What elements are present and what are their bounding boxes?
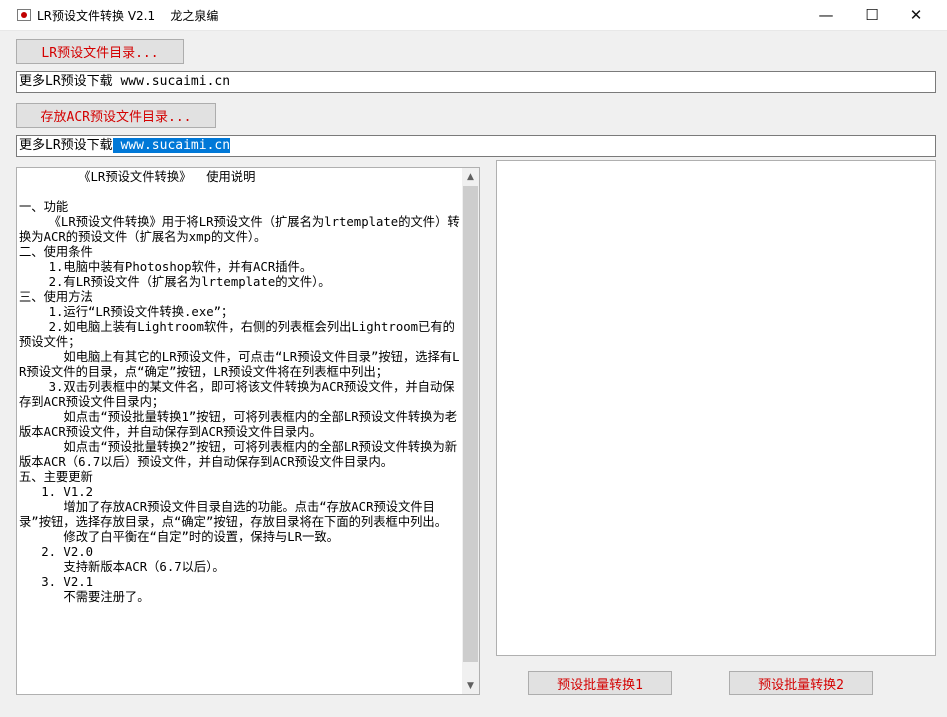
scroll-down-icon[interactable]: ▼: [462, 677, 479, 694]
batch-convert-1-button[interactable]: 预设批量转换1: [528, 671, 672, 695]
lr-preset-dir-field[interactable]: 更多LR预设下载 www.sucaimi.cn: [16, 71, 936, 93]
instruction-line: 如电脑上有其它的LR预设文件，可点击“LR预设文件目录”按钮，选择有LR预设文件…: [19, 350, 460, 379]
close-icon: ✕: [909, 6, 923, 24]
instruction-line: 1.电脑中装有Photoshop软件，并有ACR插件。: [19, 260, 313, 274]
instruction-line: 如点击“预设批量转换1”按钮，可将列表框内的全部LR预设文件转换为老版本ACR预…: [19, 410, 458, 439]
acr-preset-dir-field[interactable]: 更多LR预设下载 www.sucaimi.cn: [16, 135, 936, 157]
minimize-button[interactable]: —: [803, 0, 849, 30]
instruction-line: 增加了存放ACR预设文件目录自选的功能。点击“存放ACR预设文件目录”按钮，选择…: [19, 500, 448, 529]
preset-file-listbox[interactable]: [496, 160, 936, 656]
window-title: LR预设文件转换 V2.1 龙之泉编: [37, 9, 219, 23]
instruction-line: 2.如电脑上装有Lightroom软件，右侧的列表框会列出Lightroom已有…: [19, 320, 455, 349]
instructions-scrollbar[interactable]: ▲ ▼: [462, 168, 479, 694]
instruction-line: 3.双击列表框中的某文件名，即可将该文件转换为ACR预设文件，并自动保存到ACR…: [19, 380, 455, 409]
instructions-textbox[interactable]: 《LR预设文件转换》 使用说明 一、功能 《LR预设文件转换》用于将LR预设文件（…: [16, 167, 480, 695]
acr-dir-selected-text: www.sucaimi.cn: [112, 138, 231, 153]
lr-preset-dir-button[interactable]: LR预设文件目录...: [16, 39, 184, 64]
close-button[interactable]: ✕: [893, 0, 939, 30]
instruction-line: 1. V1.2: [19, 485, 94, 499]
instruction-line: 修改了白平衡在“自定”时的设置，保持与LR一致。: [19, 530, 339, 544]
title-bar: LR预设文件转换 V2.1 龙之泉编 — ☐ ✕: [0, 0, 947, 31]
instruction-line: 不需要注册了。: [19, 590, 150, 604]
instruction-line: 《LR预设文件转换》用于将LR预设文件（扩展名为lrtemplate的文件）转换…: [19, 215, 460, 244]
instruction-line: 一、功能: [19, 200, 69, 214]
maximize-button[interactable]: ☐: [849, 0, 895, 30]
scroll-thumb[interactable]: [463, 186, 478, 662]
maximize-icon: ☐: [865, 6, 879, 24]
app-icon: [17, 9, 31, 21]
instruction-line: 如点击“预设批量转换2”按钮，可将列表框内的全部LR预设文件转换为新版本ACR（…: [19, 440, 458, 469]
instruction-line: 1.运行“LR预设文件转换.exe”；: [19, 305, 234, 319]
instruction-line: [19, 185, 461, 200]
minimize-icon: —: [818, 6, 834, 24]
acr-dir-text: 更多LR预设下载: [19, 138, 113, 153]
instructions-content: 《LR预设文件转换》 使用说明 一、功能 《LR预设文件转换》用于将LR预设文件（…: [19, 170, 461, 605]
instruction-line: 2. V2.0: [19, 545, 94, 559]
batch-convert-2-button[interactable]: 预设批量转换2: [729, 671, 873, 695]
instruction-line: 二、使用条件: [19, 245, 93, 259]
instruction-line: 3. V2.1: [19, 575, 94, 589]
instruction-line: 三、使用方法: [19, 290, 93, 304]
instruction-line: 支持新版本ACR（6.7以后）。: [19, 560, 225, 574]
instruction-line: 五、主要更新: [19, 470, 93, 484]
instruction-line: 《LR预设文件转换》 使用说明: [19, 170, 256, 184]
instruction-line: 2.有LR预设文件（扩展名为lrtemplate的文件）。: [19, 275, 331, 289]
acr-preset-dir-button[interactable]: 存放ACR预设文件目录...: [16, 103, 216, 128]
scroll-up-icon[interactable]: ▲: [462, 168, 479, 185]
